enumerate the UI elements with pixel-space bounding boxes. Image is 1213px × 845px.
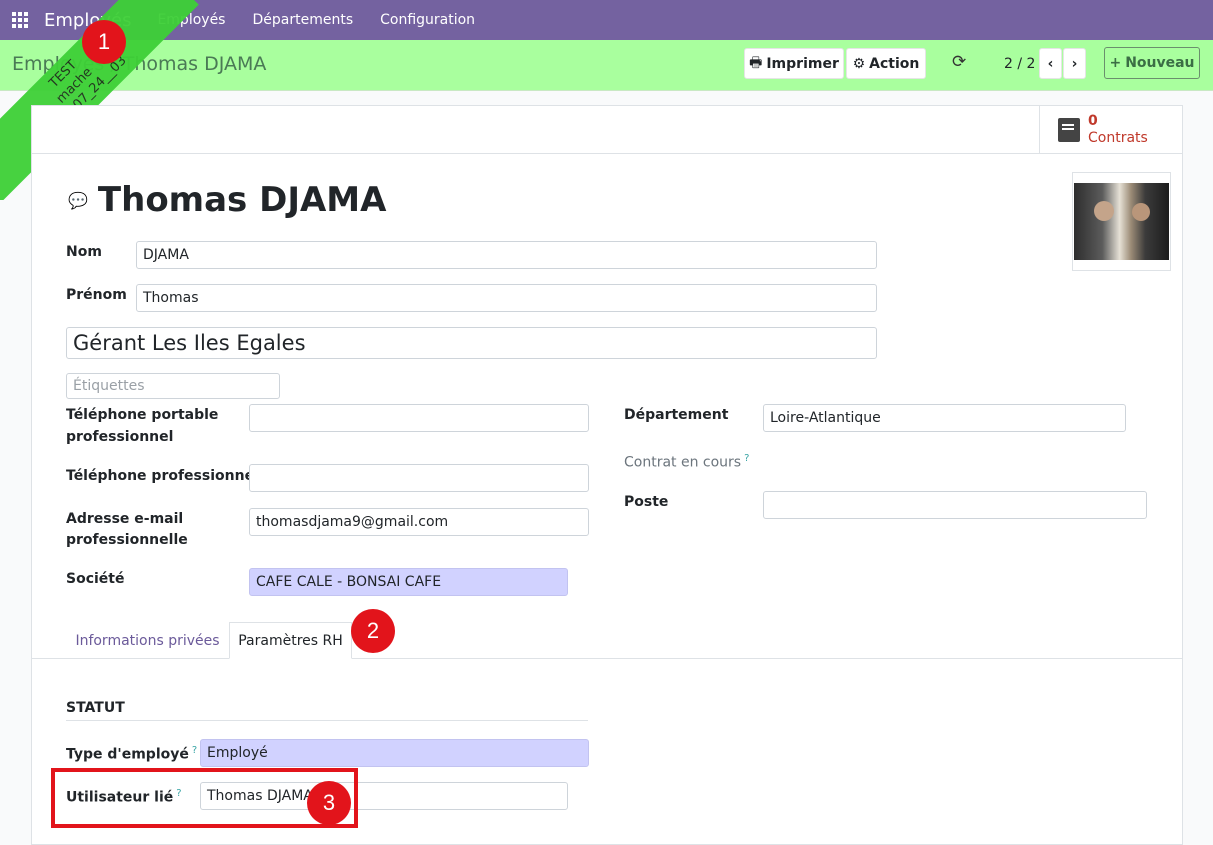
control-panel: Employés / Thomas DJAMA 🖶 Imprimer ⚙ Actio…: [0, 40, 1213, 91]
societe-label: Société: [66, 571, 125, 587]
apps-menu-icon[interactable]: [0, 0, 40, 40]
printer-icon: 🖶: [749, 54, 763, 71]
help-icon[interactable]: ?: [744, 453, 749, 464]
nom-input[interactable]: DJAMA: [136, 241, 877, 269]
tab-parametres-rh[interactable]: Paramètres RH: [229, 622, 352, 659]
employee-title: 💬 Thomas DJAMA: [68, 180, 386, 220]
nav-configuration[interactable]: Configuration: [380, 12, 475, 28]
breadcrumb-current: Thomas DJAMA: [122, 53, 267, 75]
tab-informations-privees[interactable]: Informations privées: [66, 622, 229, 659]
poste-label: Poste: [624, 494, 669, 510]
section-statut-title: STATUT: [66, 700, 588, 721]
nav-employes[interactable]: Employés: [157, 12, 225, 28]
breadcrumb: Employés / Thomas DJAMA: [12, 53, 266, 75]
tags-input[interactable]: Étiquettes: [66, 373, 280, 399]
employee-type-label: Type d'employé?: [66, 745, 198, 763]
refresh-icon[interactable]: ⟳: [952, 52, 966, 72]
employee-name: Thomas DJAMA: [97, 180, 387, 220]
contracts-count: 0: [1088, 113, 1098, 129]
prenom-label: Prénom: [66, 287, 127, 303]
email-input[interactable]: thomasdjama9@gmail.com: [249, 508, 589, 536]
print-button[interactable]: 🖶 Imprimer: [744, 48, 844, 79]
form-tabs: Informations privées Paramètres RH: [31, 622, 1183, 659]
avatar[interactable]: [1072, 172, 1171, 271]
contracts-stat-button[interactable]: 0 Contrats: [1039, 106, 1182, 154]
gear-icon: ⚙: [852, 55, 866, 72]
button-box: 0 Contrats: [32, 106, 1182, 154]
employee-type-input[interactable]: Employé: [200, 739, 589, 767]
contracts-label: Contrats: [1088, 130, 1148, 146]
tel-mobile-label-line1: Téléphone portable: [66, 407, 219, 423]
chevron-right-icon: ›: [1071, 55, 1078, 72]
book-icon: [1058, 118, 1080, 142]
tel-mobile-label-line2: professionnel: [66, 429, 174, 445]
societe-input[interactable]: CAFE CALE - BONSAI CAFE: [249, 568, 568, 596]
annotation-badge-2: 2: [351, 609, 395, 653]
job-title-input[interactable]: Gérant Les Iles Egales: [66, 327, 877, 359]
annotation-badge-3: 3: [307, 781, 351, 825]
chevron-left-icon: ‹: [1047, 55, 1054, 72]
tel-pro-label: Téléphone professionnel: [66, 468, 259, 484]
pager-next-button[interactable]: ›: [1063, 48, 1086, 79]
pager-value[interactable]: 2 / 2: [1004, 56, 1035, 72]
action-label: Action: [869, 55, 920, 72]
print-label: Imprimer: [766, 55, 839, 72]
tel-pro-input[interactable]: [249, 464, 589, 492]
poste-input[interactable]: [763, 491, 1147, 519]
employee-photo: [1074, 183, 1169, 260]
departement-label: Département: [624, 407, 729, 423]
help-icon[interactable]: ?: [192, 745, 197, 756]
pager-prev-button[interactable]: ‹: [1039, 48, 1062, 79]
email-label-line2: professionnelle: [66, 532, 188, 548]
action-button[interactable]: ⚙ Action: [846, 48, 926, 79]
chat-icon[interactable]: 💬: [68, 191, 88, 210]
annotation-badge-1: 1: [82, 20, 126, 64]
prenom-input[interactable]: Thomas: [136, 284, 877, 312]
nom-label: Nom: [66, 244, 102, 260]
new-button[interactable]: + Nouveau: [1104, 47, 1200, 79]
tel-mobile-input[interactable]: [249, 404, 589, 432]
contrat-label: Contrat en cours?: [624, 453, 750, 471]
plus-icon: +: [1109, 55, 1122, 71]
email-label-line1: Adresse e-mail: [66, 511, 184, 527]
new-label: Nouveau: [1125, 55, 1195, 71]
top-navbar: Employés Employés Départements Configura…: [0, 0, 1213, 40]
departement-input[interactable]: Loire-Atlantique: [763, 404, 1126, 432]
nav-departements[interactable]: Départements: [252, 12, 353, 28]
